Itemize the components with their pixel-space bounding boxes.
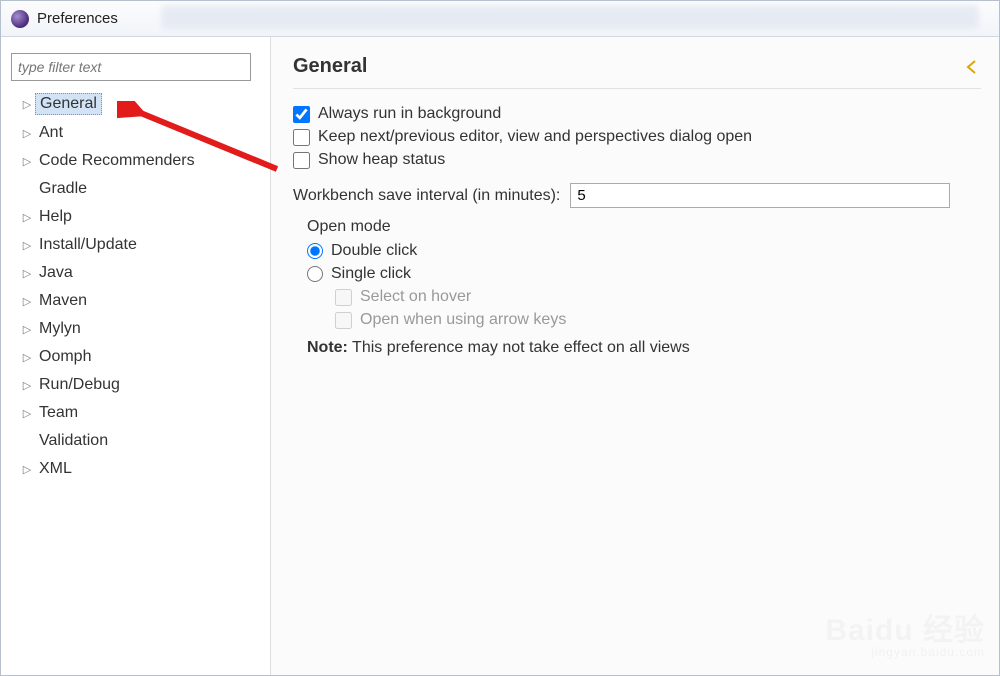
single-click-radio[interactable] bbox=[307, 266, 323, 282]
tree-item-label: Run/Debug bbox=[35, 375, 124, 395]
heap-status-row[interactable]: Show heap status bbox=[293, 151, 981, 169]
tree-item-label: Ant bbox=[35, 123, 67, 143]
arrow-keys-label: Open when using arrow keys bbox=[360, 311, 566, 329]
tree-item-help[interactable]: ▷Help bbox=[15, 203, 260, 231]
save-interval-row: Workbench save interval (in minutes): bbox=[293, 183, 981, 208]
back-icon[interactable] bbox=[965, 59, 981, 75]
keep-dialog-checkbox[interactable] bbox=[293, 129, 310, 146]
titlebar[interactable]: Preferences bbox=[1, 1, 999, 37]
eclipse-icon bbox=[11, 10, 29, 28]
tree-item-maven[interactable]: ▷Maven bbox=[15, 287, 260, 315]
note-label: Note: bbox=[307, 339, 348, 356]
tree-item-mylyn[interactable]: ▷Mylyn bbox=[15, 315, 260, 343]
arrow-keys-checkbox bbox=[335, 312, 352, 329]
sidebar: ▷General▷Ant▷Code RecommendersGradle▷Hel… bbox=[1, 37, 271, 675]
filter-input[interactable] bbox=[11, 53, 251, 81]
select-hover-row: Select on hover bbox=[335, 288, 981, 306]
expand-icon[interactable]: ▷ bbox=[19, 379, 35, 392]
arrow-keys-row: Open when using arrow keys bbox=[335, 311, 981, 329]
tree-item-label: Mylyn bbox=[35, 319, 85, 339]
preferences-tree: ▷General▷Ant▷Code RecommendersGradle▷Hel… bbox=[11, 89, 260, 483]
heap-status-checkbox[interactable] bbox=[293, 152, 310, 169]
double-click-label: Double click bbox=[331, 242, 417, 260]
tree-item-label: Validation bbox=[35, 431, 112, 451]
tree-item-label: Maven bbox=[35, 291, 91, 311]
always-run-bg-row[interactable]: Always run in background bbox=[293, 105, 981, 123]
expand-icon[interactable]: ▷ bbox=[19, 323, 35, 336]
tree-item-team[interactable]: ▷Team bbox=[15, 399, 260, 427]
open-mode-group: Open mode Double click Single click Sele… bbox=[293, 218, 981, 357]
expand-icon[interactable]: ▷ bbox=[19, 295, 35, 308]
tree-item-code-recommenders[interactable]: ▷Code Recommenders bbox=[15, 147, 260, 175]
keep-dialog-label: Keep next/previous editor, view and pers… bbox=[318, 128, 752, 146]
always-run-bg-checkbox[interactable] bbox=[293, 106, 310, 123]
preferences-window: Preferences ▷General▷Ant▷Code Recommende… bbox=[0, 0, 1000, 676]
main-header: General bbox=[293, 55, 981, 89]
tree-item-label: General bbox=[35, 93, 102, 115]
tree-item-label: Gradle bbox=[35, 179, 91, 199]
single-click-row[interactable]: Single click bbox=[307, 265, 981, 283]
titlebar-blur-region bbox=[161, 5, 979, 29]
select-hover-label: Select on hover bbox=[360, 288, 471, 306]
note-text: This preference may not take effect on a… bbox=[352, 339, 690, 356]
tree-item-label: Help bbox=[35, 207, 76, 227]
expand-icon[interactable]: ▷ bbox=[19, 407, 35, 420]
expand-icon[interactable]: ▷ bbox=[19, 127, 35, 140]
expand-icon[interactable]: ▷ bbox=[19, 211, 35, 224]
tree-item-label: XML bbox=[35, 459, 76, 479]
single-click-label: Single click bbox=[331, 265, 411, 283]
tree-item-label: Code Recommenders bbox=[35, 151, 199, 171]
expand-icon[interactable]: ▷ bbox=[19, 351, 35, 364]
tree-item-java[interactable]: ▷Java bbox=[15, 259, 260, 287]
tree-item-gradle[interactable]: Gradle bbox=[15, 175, 260, 203]
content-area: ▷General▷Ant▷Code RecommendersGradle▷Hel… bbox=[1, 37, 999, 675]
main-panel: General Always run in background Keep ne… bbox=[271, 37, 999, 675]
expand-icon[interactable]: ▷ bbox=[19, 463, 35, 476]
expand-icon[interactable]: ▷ bbox=[19, 239, 35, 252]
heap-status-label: Show heap status bbox=[318, 151, 445, 169]
always-run-bg-label: Always run in background bbox=[318, 105, 501, 123]
page-title: General bbox=[293, 55, 367, 78]
tree-item-run-debug[interactable]: ▷Run/Debug bbox=[15, 371, 260, 399]
expand-icon[interactable]: ▷ bbox=[19, 98, 35, 111]
expand-icon[interactable]: ▷ bbox=[19, 155, 35, 168]
nav-icons bbox=[965, 59, 981, 75]
tree-item-validation[interactable]: Validation bbox=[15, 427, 260, 455]
select-hover-checkbox bbox=[335, 289, 352, 306]
open-mode-title: Open mode bbox=[307, 218, 981, 236]
tree-item-general[interactable]: ▷General bbox=[15, 89, 260, 119]
save-interval-input[interactable] bbox=[570, 183, 950, 208]
tree-item-label: Team bbox=[35, 403, 82, 423]
tree-item-xml[interactable]: ▷XML bbox=[15, 455, 260, 483]
window-title: Preferences bbox=[37, 10, 118, 27]
save-interval-label: Workbench save interval (in minutes): bbox=[293, 187, 560, 205]
tree-item-label: Install/Update bbox=[35, 235, 141, 255]
tree-item-label: Oomph bbox=[35, 347, 95, 367]
expand-icon[interactable]: ▷ bbox=[19, 267, 35, 280]
tree-item-label: Java bbox=[35, 263, 77, 283]
tree-item-ant[interactable]: ▷Ant bbox=[15, 119, 260, 147]
note-row: Note: This preference may not take effec… bbox=[307, 339, 981, 357]
tree-item-oomph[interactable]: ▷Oomph bbox=[15, 343, 260, 371]
tree-item-install-update[interactable]: ▷Install/Update bbox=[15, 231, 260, 259]
double-click-radio[interactable] bbox=[307, 243, 323, 259]
keep-dialog-row[interactable]: Keep next/previous editor, view and pers… bbox=[293, 128, 981, 146]
double-click-row[interactable]: Double click bbox=[307, 242, 981, 260]
